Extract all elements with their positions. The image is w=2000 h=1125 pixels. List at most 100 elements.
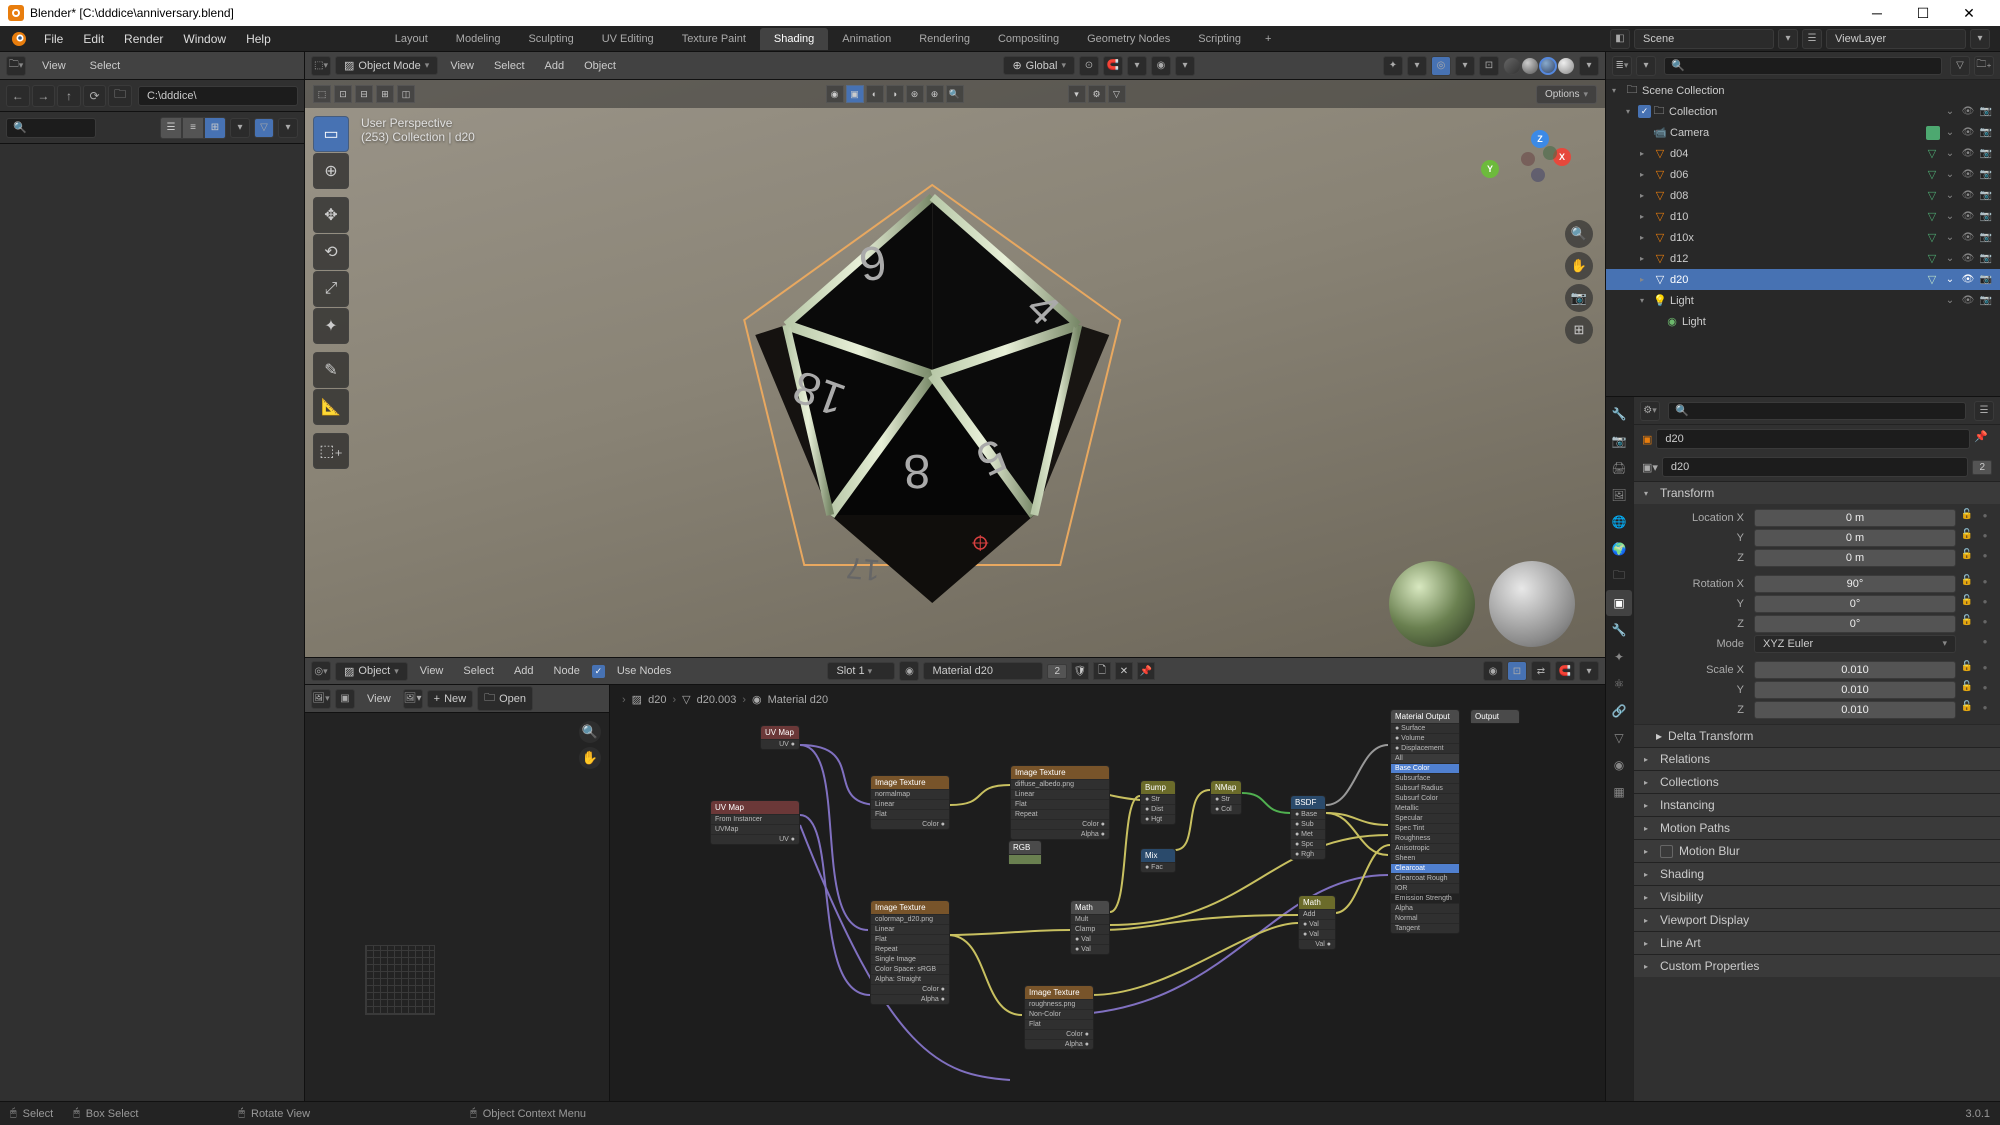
proportional-button[interactable]: ◉ xyxy=(1151,56,1171,76)
ne-snap[interactable]: 🧲 xyxy=(1555,661,1575,681)
axis-y[interactable]: Y xyxy=(1481,160,1499,178)
tab-scripting[interactable]: Scripting xyxy=(1184,28,1255,50)
menu-window[interactable]: Window xyxy=(173,28,236,50)
app-logo-icon[interactable] xyxy=(10,30,28,48)
img-menu-view[interactable]: View xyxy=(359,693,399,705)
node-math-2[interactable]: MathAdd● Val● ValVal ● xyxy=(1298,895,1336,950)
node-canvas[interactable]: ›▨d20 ›▽d20.003 ›◉Material d20 xyxy=(610,685,1605,1125)
path-input[interactable] xyxy=(138,86,298,106)
ptab-output[interactable]: 🖨 xyxy=(1606,455,1632,481)
outliner-item-camera[interactable]: 📹Camera⌄👁📷 xyxy=(1606,122,2000,143)
img-zoom-button[interactable]: 🔍 xyxy=(579,721,601,743)
vp-menu-view[interactable]: View xyxy=(442,60,482,72)
center-btn-4[interactable]: ◑ xyxy=(886,85,904,103)
ne-menu-node[interactable]: Node xyxy=(546,665,588,677)
node-nmap[interactable]: NMap● Str● Col xyxy=(1210,780,1242,815)
axis-neg-z[interactable] xyxy=(1531,168,1545,182)
outliner-item-d12[interactable]: ▸▽d12▽⌄👁📷 xyxy=(1606,248,2000,269)
close-button[interactable]: ✕ xyxy=(1946,0,1992,26)
panel-motion-paths[interactable]: ▸Motion Paths xyxy=(1634,816,2000,839)
ne-overlay-3[interactable]: ⇄ xyxy=(1531,661,1551,681)
node-output[interactable]: Material Output ● Surface● Volume● Displ… xyxy=(1390,709,1460,934)
properties-options[interactable]: ☰ xyxy=(1974,401,1994,421)
panel-delta-transform[interactable]: ▸Delta Transform xyxy=(1634,724,2000,747)
rot-y[interactable]: 0° xyxy=(1754,595,1956,613)
ne-menu-select[interactable]: Select xyxy=(455,665,502,677)
vp-menu-add[interactable]: Add xyxy=(537,60,573,72)
sel-mode-4[interactable]: ⊞ xyxy=(376,85,394,103)
workspace-add-button[interactable]: + xyxy=(1255,28,1281,50)
center-btn-6[interactable]: ⊕ xyxy=(926,85,944,103)
tool-measure[interactable]: 📐 xyxy=(313,389,349,425)
maximize-button[interactable]: ☐ xyxy=(1900,0,1946,26)
loc-x[interactable]: 0 m xyxy=(1754,509,1956,527)
node-math-1[interactable]: MathMultClamp● Val● Val xyxy=(1070,900,1110,955)
outliner-filter[interactable]: ▽ xyxy=(1950,56,1970,76)
options-button[interactable]: Options ▾ xyxy=(1536,85,1597,104)
outliner-item-d06[interactable]: ▸▽d06▽⌄👁📷 xyxy=(1606,164,2000,185)
material-name-field[interactable]: Material d20 xyxy=(923,662,1043,680)
nav-back-button[interactable]: ← xyxy=(6,85,30,107)
node-imgtex-1[interactable]: Image TexturenormalmapLinearFlatColor ● xyxy=(870,775,950,830)
scene-browse-icon[interactable]: ◧ xyxy=(1610,29,1630,49)
ptab-tool[interactable]: 🔧 xyxy=(1606,401,1632,427)
menu-file[interactable]: File xyxy=(34,28,73,50)
navigation-gizmo[interactable]: Z X Y xyxy=(1505,130,1575,200)
center-options[interactable]: ⚙ xyxy=(1088,85,1106,103)
filter-settings-button[interactable]: ▾ xyxy=(278,118,298,138)
outliner-item-light-data[interactable]: ◉Light xyxy=(1606,311,2000,332)
editor-type-shader[interactable]: ◎ ▾ xyxy=(311,661,331,681)
node-uvmap-1[interactable]: UV MapUV ● xyxy=(760,725,800,750)
viewlayer-new-button[interactable]: ▾ xyxy=(1970,29,1990,49)
tab-animation[interactable]: Animation xyxy=(828,28,905,50)
vp-menu-select[interactable]: Select xyxy=(486,60,533,72)
nav-up-button[interactable]: ↑ xyxy=(57,85,81,107)
center-btn-5[interactable]: ⊛ xyxy=(906,85,924,103)
image-editor-body[interactable]: 🔍 ✋ xyxy=(305,713,609,1125)
axis-neg-x[interactable] xyxy=(1521,152,1535,166)
overlay-settings[interactable]: ▾ xyxy=(1455,56,1475,76)
outliner-item-d10x[interactable]: ▸▽d10x▽⌄👁📷 xyxy=(1606,227,2000,248)
ne-overlay-1[interactable]: ◉ xyxy=(1483,661,1503,681)
axis-z[interactable]: Z xyxy=(1531,130,1549,148)
properties-search[interactable] xyxy=(1668,402,1966,420)
center-funnel[interactable]: ▽ xyxy=(1108,85,1126,103)
tab-sculpting[interactable]: Sculpting xyxy=(514,28,587,50)
ptab-render[interactable]: 📷 xyxy=(1606,428,1632,454)
shade-settings[interactable]: ▾ xyxy=(1579,56,1599,76)
outliner-body[interactable]: ▾🗀Scene Collection ▾✓🗀Collection ⌄👁📷 📹Ca… xyxy=(1606,80,2000,396)
pan-button[interactable]: ✋ xyxy=(1565,252,1593,280)
perspective-button[interactable]: ⊞ xyxy=(1565,316,1593,344)
material-browse[interactable]: ◉ xyxy=(899,661,919,681)
mode-select[interactable]: ▨ Object Mode ▾ xyxy=(335,56,438,75)
tab-rendering[interactable]: Rendering xyxy=(905,28,984,50)
menu-edit[interactable]: Edit xyxy=(73,28,114,50)
zoom-button[interactable]: 🔍 xyxy=(1565,220,1593,248)
tool-rotate[interactable]: ⟲ xyxy=(313,234,349,270)
panel-viewport-display[interactable]: ▸Viewport Display xyxy=(1634,908,2000,931)
img-browse[interactable]: 🖼▾ xyxy=(403,689,423,709)
node-bump[interactable]: Bump● Str● Dist● Hgt xyxy=(1140,780,1176,825)
outliner-item-d10[interactable]: ▸▽d10▽⌄👁📷 xyxy=(1606,206,2000,227)
minimize-button[interactable]: ─ xyxy=(1854,0,1900,26)
proportional-settings[interactable]: ▾ xyxy=(1175,56,1195,76)
overlay-visibility-button[interactable]: ◎ xyxy=(1431,56,1451,76)
viewport-3d[interactable]: ⬚ ⊡ ⊟ ⊞ ◫ ◉ ▣ ◐ ◑ ⊛ ⊕ 🔍 ▾ ⚙ ▽ xyxy=(305,80,1605,657)
panel-line-art[interactable]: ▸Line Art xyxy=(1634,931,2000,954)
node-imgtex-2[interactable]: Image Texturediffuse_albedo.pngLinearFla… xyxy=(1010,765,1110,840)
node-imgtex-3[interactable]: Image Texturecolormap_d20.pngLinear Flat… xyxy=(870,900,950,1005)
tool-move[interactable]: ✥ xyxy=(313,197,349,233)
panel-collections[interactable]: ▸Collections xyxy=(1634,770,2000,793)
use-nodes-checkbox[interactable]: ✓ xyxy=(592,665,605,678)
tool-select-box[interactable]: ▭ xyxy=(313,116,349,152)
material-fake-user[interactable]: 🛡 xyxy=(1071,662,1089,680)
object-pin[interactable]: 📌 xyxy=(1974,430,1992,448)
object-name-field[interactable]: d20 xyxy=(1656,429,1970,449)
ptab-physics[interactable]: ⚛ xyxy=(1606,671,1632,697)
ptab-world[interactable]: 🌍 xyxy=(1606,536,1632,562)
ptab-modifier[interactable]: 🔧 xyxy=(1606,617,1632,643)
tab-layout[interactable]: Layout xyxy=(381,28,442,50)
panel-relations[interactable]: ▸Relations xyxy=(1634,747,2000,770)
scale-x[interactable]: 0.010 xyxy=(1754,661,1956,679)
loc-x-lock[interactable]: 🔓 xyxy=(1958,509,1976,527)
